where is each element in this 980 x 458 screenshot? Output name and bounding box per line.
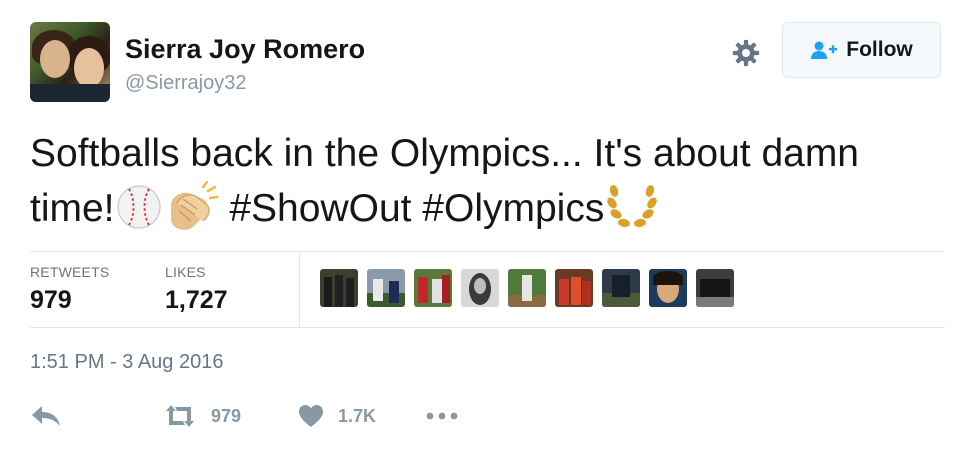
baseball-emoji-icon	[116, 184, 161, 229]
more-icon	[426, 412, 458, 420]
retweet-count-action: 979	[211, 405, 242, 426]
liker-avatar-1[interactable]	[320, 269, 358, 307]
liker-avatar-2[interactable]	[367, 269, 405, 307]
liker-avatars	[320, 269, 743, 307]
retweet-button[interactable]: 979	[163, 398, 241, 434]
tweet-text-line2-start: time!	[30, 187, 115, 230]
tweet-text: Softballs back in the Olympics... It's a…	[30, 126, 950, 237]
like-count-action: 1.7K	[338, 405, 377, 426]
clapping-hands-emoji-icon	[170, 180, 218, 230]
like-button[interactable]: 1.7K	[298, 398, 376, 434]
follow-button[interactable]: Follow	[782, 22, 941, 78]
heart-icon	[299, 405, 323, 427]
liker-avatar-6[interactable]	[555, 269, 593, 307]
likes-count[interactable]: 1,727	[165, 286, 228, 315]
liker-avatar-9[interactable]	[696, 269, 734, 307]
retweet-icon	[166, 405, 194, 427]
reply-button[interactable]	[30, 398, 62, 434]
more-button[interactable]	[426, 398, 458, 434]
tweet-text-line1: Softballs back in the Olympics... It's a…	[30, 132, 859, 175]
liker-avatar-7[interactable]	[602, 269, 640, 307]
add-user-icon	[811, 41, 838, 59]
laurel-wreath-emoji-icon	[607, 184, 658, 227]
retweets-count[interactable]: 979	[30, 286, 72, 315]
liker-avatar-4[interactable]	[461, 269, 499, 307]
reply-icon	[32, 406, 60, 426]
divider-bottom	[30, 327, 945, 328]
stats-divider	[299, 252, 300, 327]
follow-label: Follow	[846, 38, 913, 61]
likes-label[interactable]: LIKES	[165, 264, 206, 280]
divider-top	[30, 251, 945, 252]
display-name[interactable]: Sierra Joy Romero	[125, 34, 365, 65]
retweets-label[interactable]: RETWEETS	[30, 264, 109, 280]
liker-avatar-3[interactable]	[414, 269, 452, 307]
user-handle[interactable]: @Sierrajoy32	[125, 72, 246, 95]
profile-avatar[interactable]	[30, 22, 110, 102]
gear-icon[interactable]	[731, 38, 761, 68]
liker-avatar-8[interactable]	[649, 269, 687, 307]
liker-avatar-5[interactable]	[508, 269, 546, 307]
tweet-hashtags[interactable]: #ShowOut #Olympics	[229, 187, 604, 230]
tweet-timestamp[interactable]: 1:51 PM - 3 Aug 2016	[30, 351, 223, 374]
